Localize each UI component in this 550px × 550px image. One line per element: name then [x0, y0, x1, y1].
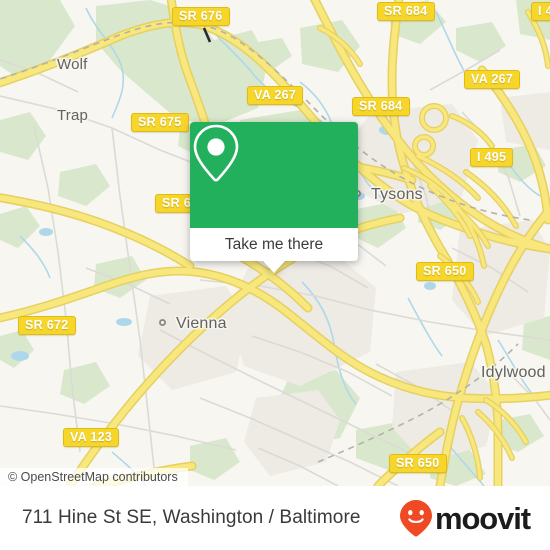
footer-bar: 711 Hine St SE, Washington / Baltimore m… — [0, 486, 550, 550]
popup-pointer-tail — [263, 261, 285, 273]
road-shield-sr-675[interactable]: SR 675 — [131, 113, 189, 132]
road-shield-sr-684-north[interactable]: SR 684 — [377, 2, 435, 21]
footer-content: 711 Hine St SE, Washington / Baltimore m… — [0, 486, 550, 550]
destination-popup[interactable]: Take me there — [190, 122, 358, 273]
road-shield-va-267-east[interactable]: VA 267 — [464, 70, 521, 89]
moovit-pin-icon — [399, 500, 432, 537]
take-me-there-button[interactable]: Take me there — [190, 228, 358, 261]
moovit-logo[interactable]: moovit — [399, 499, 531, 537]
road-shield-sr-676-north[interactable]: SR 676 — [172, 7, 230, 26]
road-shield-va-123[interactable]: VA 123 — [63, 428, 120, 447]
take-me-there-label: Take me there — [224, 235, 324, 253]
road-shield-i-495-topright[interactable]: I 495 — [531, 2, 550, 21]
city-dot-vienna — [159, 319, 166, 326]
popup-header — [190, 122, 358, 228]
moovit-map-screenshot: Wolf Trap Tysons Vienna Idylwood SR 676 … — [0, 0, 550, 550]
road-shield-sr-672[interactable]: SR 672 — [18, 316, 76, 335]
moovit-wordmark: moovit — [434, 500, 531, 536]
road-shield-va-267-west[interactable]: VA 267 — [247, 86, 304, 105]
road-shield-sr-650-north[interactable]: SR 650 — [416, 262, 474, 281]
map-pin-icon — [193, 124, 239, 182]
address-label: 711 Hine St SE, Washington / Baltimore — [22, 507, 361, 528]
road-shield-sr-684-mid[interactable]: SR 684 — [352, 97, 410, 116]
map-canvas[interactable]: Wolf Trap Tysons Vienna Idylwood SR 676 … — [0, 0, 550, 486]
road-shield-i-495[interactable]: I 495 — [470, 148, 514, 167]
road-shield-sr-650-south[interactable]: SR 650 — [389, 454, 447, 473]
map-attribution[interactable]: © OpenStreetMap contributors — [0, 468, 188, 486]
